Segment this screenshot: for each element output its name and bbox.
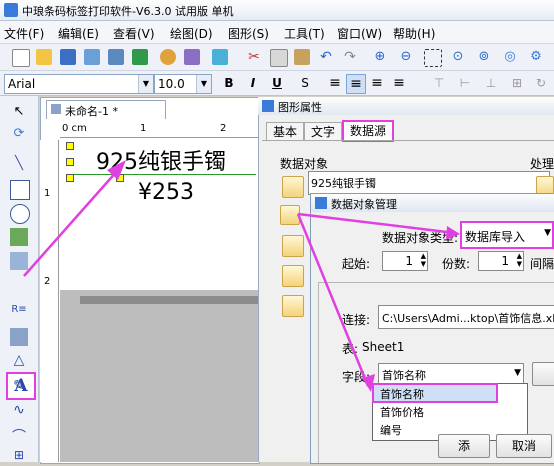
annotation-arrow-line — [297, 212, 456, 235]
annotation-arrowhead — [446, 226, 460, 240]
annotation-arrow-line — [23, 169, 119, 277]
annotation-arrowhead — [107, 160, 126, 180]
annotation-arrow-line — [296, 213, 370, 387]
annotation-arrows — [23, 160, 460, 392]
